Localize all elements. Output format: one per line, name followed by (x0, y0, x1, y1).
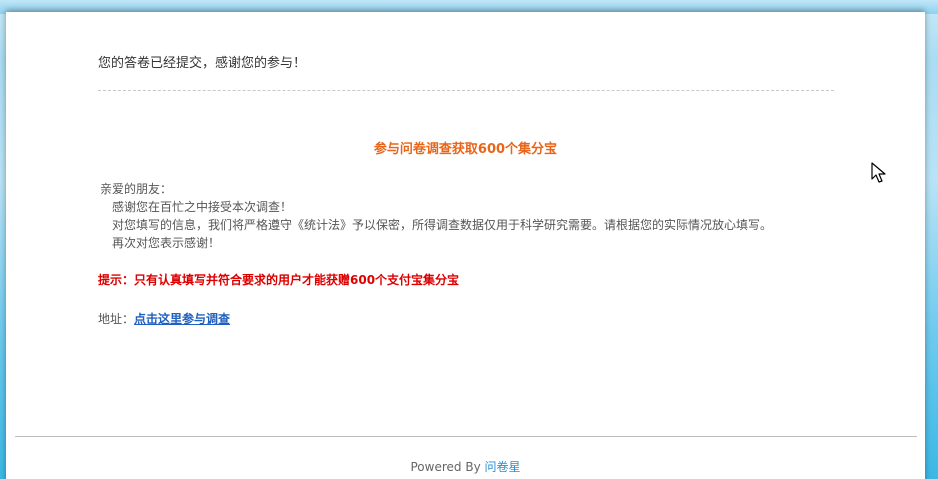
promo-title: 参与问卷调查获取600个集分宝 (373, 142, 558, 157)
submission-confirmation-text: 您的答卷已经提交，感谢您的参与！ (98, 56, 307, 71)
dashed-divider (98, 90, 834, 91)
address-label: 地址： (98, 312, 135, 326)
letter-body: 亲爱的朋友： 感谢您在百忙之中接受本次调查！ 对您填写的信息，我们将严格遵守《统… (100, 180, 772, 252)
powered-by-text: Powered By (410, 460, 485, 474)
survey-link[interactable]: 点击这里参与调查 (134, 312, 230, 326)
mouse-pointer-icon (871, 162, 886, 183)
letter-line-thanks-again: 再次对您表示感谢！ (112, 236, 221, 250)
result-card: 您的答卷已经提交，感谢您的参与！ 参与问卷调查获取600个集分宝 亲爱的朋友： … (6, 12, 925, 479)
letter-line-thanks: 感谢您在百忙之中接受本次调查！ (112, 200, 293, 214)
reward-tip: 提示：只有认真填写并符合要求的用户才能获赠600个支付宝集分宝 (98, 273, 460, 287)
survey-address: 地址：点击这里参与调查 (98, 310, 230, 327)
letter-line-privacy: 对您填写的信息，我们将严格遵守《统计法》予以保密，所得调查数据仅用于科学研究需要… (112, 218, 773, 232)
footer-divider (15, 436, 917, 437)
footer: Powered By 问卷星 (6, 458, 925, 475)
letter-greeting: 亲爱的朋友： (100, 182, 173, 196)
brand-link[interactable]: 问卷星 (484, 460, 520, 474)
